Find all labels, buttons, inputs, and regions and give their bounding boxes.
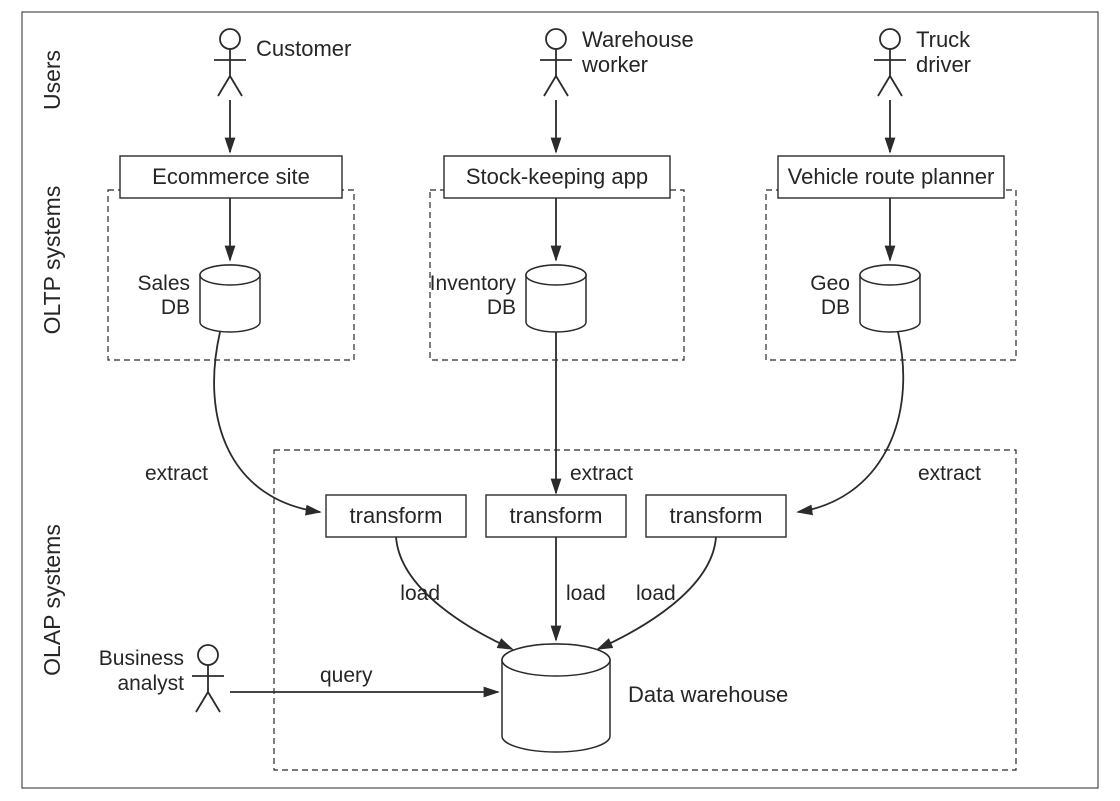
actor-customer	[214, 29, 246, 96]
actor-business-label-l2: analyst	[117, 672, 184, 695]
actor-warehouse-label-l2: worker	[581, 52, 648, 77]
actor-business-analyst	[192, 645, 224, 712]
actor-truck-label-l1: Truck	[916, 27, 971, 52]
actor-truck-driver	[874, 29, 906, 96]
arrow-extract-3	[798, 332, 903, 512]
row-label-olap: OLAP systems	[39, 524, 65, 676]
db-geo-label-l2: DB	[821, 296, 850, 319]
app-stock-label: Stock-keeping app	[466, 164, 648, 189]
transform-label-3: transform	[670, 503, 763, 528]
row-label-users: Users	[39, 50, 65, 110]
db-sales-label-l1: Sales	[137, 272, 190, 295]
actor-customer-label: Customer	[256, 36, 351, 61]
label-extract-2: extract	[570, 462, 633, 485]
row-label-oltp: OLTP systems	[39, 186, 65, 335]
etl-diagram: Users OLTP systems OLAP systems Customer…	[0, 0, 1120, 801]
db-data-warehouse	[502, 644, 610, 752]
label-load-1: load	[400, 582, 440, 605]
db-geo	[860, 265, 920, 332]
db-dw-label: Data warehouse	[628, 682, 788, 707]
actor-business-label-l1: Business	[99, 647, 184, 670]
db-sales	[200, 265, 260, 332]
db-inventory	[526, 265, 586, 332]
db-inventory-label-l1: Inventory	[430, 272, 517, 295]
label-load-2: load	[566, 582, 606, 605]
db-inventory-label-l2: DB	[487, 296, 516, 319]
actor-warehouse-label-l1: Warehouse	[582, 27, 694, 52]
label-query: query	[320, 664, 373, 687]
transform-label-1: transform	[350, 503, 443, 528]
label-extract-1: extract	[145, 462, 208, 485]
transform-label-2: transform	[510, 503, 603, 528]
db-sales-label-l2: DB	[161, 296, 190, 319]
label-extract-3: extract	[918, 462, 981, 485]
db-geo-label-l1: Geo	[810, 272, 850, 295]
actor-truck-label-l2: driver	[916, 52, 971, 77]
app-route-label: Vehicle route planner	[788, 164, 995, 189]
label-load-3: load	[636, 582, 676, 605]
app-ecommerce-label: Ecommerce site	[152, 164, 310, 189]
arrow-extract-1	[214, 332, 320, 512]
actor-warehouse-worker	[540, 29, 572, 96]
